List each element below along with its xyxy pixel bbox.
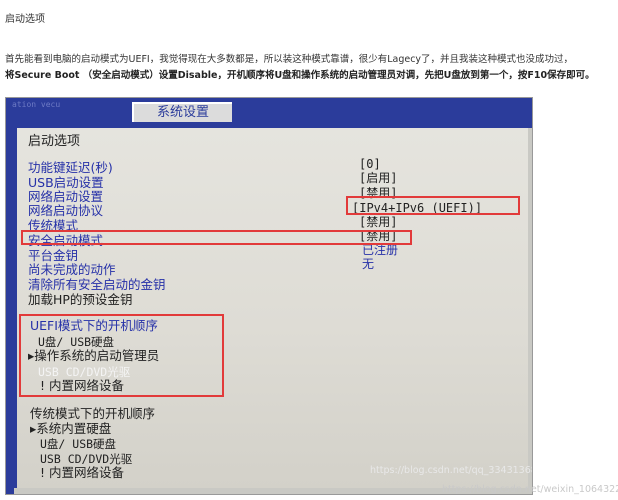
article-heading: 启动选项 (5, 14, 45, 25)
bios-menu-item-fn-delay[interactable]: 功能键延迟(秒) (28, 161, 113, 175)
bios-value-platform-key: 已注册 (362, 243, 399, 257)
bios-legacy-order-item-usb-drive[interactable]: U盘/ USB硬盘 (40, 437, 116, 451)
bios-menu-item-pending-action[interactable]: 尚未完成的动作 (28, 263, 116, 277)
bios-legacy-order-item-usb-cd-dvd[interactable]: USB CD/DVD光驱 (40, 452, 132, 466)
bios-menu-item-usb-boot[interactable]: USB启动设置 (28, 176, 104, 190)
bios-menu-item-load-hp-keys[interactable]: 加载HP的预设金钥 (28, 293, 132, 307)
highlight-box-uefi-boot-order (19, 314, 224, 397)
bios-section-title: 启动选项 (28, 134, 81, 149)
bios-menu-item-network-protocol[interactable]: 网络启动协议 (28, 204, 103, 218)
bios-left-strip (6, 128, 14, 494)
bios-menu-item-clear-keys[interactable]: 清除所有安全启动的金钥 (28, 278, 166, 292)
bios-menu-item-network-boot[interactable]: 网络启动设置 (28, 190, 103, 204)
page-watermark: https://blog.csdn.net/weixin_10643223 (442, 484, 618, 495)
bios-value-legacy-mode[interactable]: [禁用] (359, 215, 397, 229)
bios-menu-item-platform-key[interactable]: 平台金钥 (28, 249, 78, 263)
bios-header-stray-text: ation vecu (12, 100, 61, 109)
bios-tab-system-settings[interactable]: 系统设置 (132, 102, 232, 122)
bios-legacy-order-item-internal-disk[interactable]: ▸系统内置硬盘 (30, 422, 111, 436)
article-paragraph: 首先能看到电脑的启动模式为UEFI，我觉得现在大多数都是，所以装这种模式靠谱，很… (5, 52, 613, 84)
photo-watermark: https://blog.csdn.net/qq_33431368 (370, 465, 533, 476)
highlight-box-secure-boot (21, 230, 412, 245)
bios-header-band: ation vecu 系统设置 (6, 98, 532, 128)
bios-value-usb-boot[interactable]: [启用] (359, 171, 397, 185)
article-paragraph-plain: 首先能看到电脑的启动模式为UEFI，我觉得现在大多数都是，所以装这种模式靠谱，很… (5, 54, 574, 65)
highlight-box-network-protocol (346, 196, 520, 215)
bios-value-fn-delay[interactable]: [0] (359, 157, 381, 171)
bios-legacy-order-item-network-device[interactable]: ! 内置网络设备 (40, 466, 124, 480)
bios-screen-photo: ation vecu 系统设置 启动选项 功能键延迟(秒) USB启动设置 网络… (5, 97, 533, 495)
article-paragraph-bold: 将Secure Boot （安全启动模式）设置Disable，开机顺序将U盘和操… (5, 70, 595, 81)
bios-legacy-order-title: 传统模式下的开机顺序 (30, 406, 156, 421)
bios-value-pending-action: 无 (362, 257, 375, 271)
